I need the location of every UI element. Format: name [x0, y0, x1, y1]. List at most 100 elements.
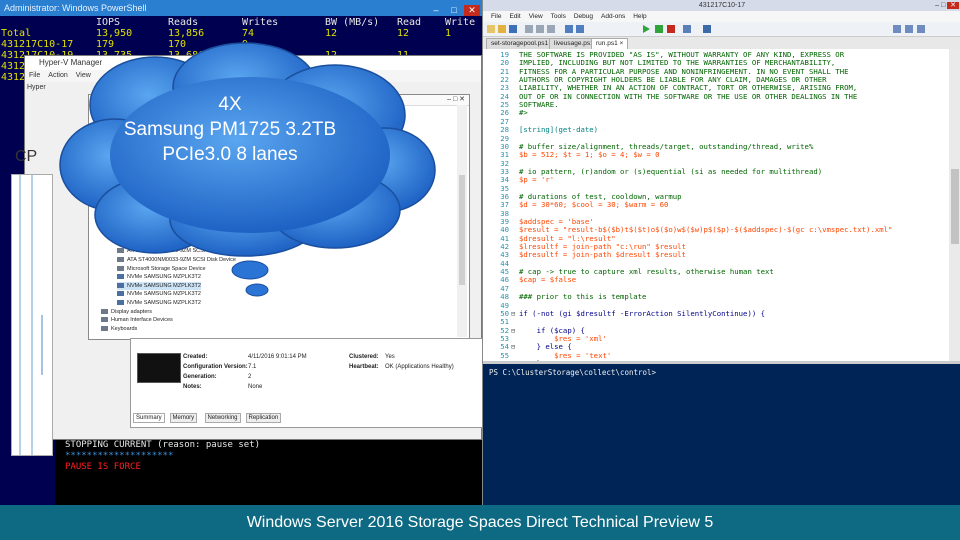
vm-details-pane: Created: 4/11/2016 9:01:14 PM Configurat… — [130, 338, 484, 428]
vm-details-tab[interactable]: Networking — [204, 413, 241, 423]
minimize-icon[interactable]: – — [935, 2, 939, 9]
scrollbar-thumb[interactable] — [951, 169, 959, 244]
device-manager-window-controls: – □ ✕ — [447, 96, 465, 103]
code-text: $cap = $false — [519, 275, 577, 285]
ise-menu-item[interactable]: Help — [633, 13, 646, 20]
paste-icon[interactable] — [547, 25, 555, 33]
device-tree-item[interactable]: Display adapters — [101, 308, 152, 316]
code-line: 25 SOFTWARE. — [483, 100, 949, 109]
created-label: Created: — [183, 354, 208, 360]
run-selection-icon[interactable] — [655, 25, 663, 33]
run-script-icon[interactable] — [643, 25, 650, 33]
device-icon — [101, 325, 108, 331]
code-text: OUT OF OR IN CONNECTION WITH THE SOFTWAR… — [519, 91, 858, 101]
close-icon[interactable]: ✕ — [464, 5, 480, 16]
code-text: $d = 30*60; $cool = 30; $warm = 60 — [519, 200, 669, 210]
ise-menu-item[interactable]: Edit — [509, 13, 520, 20]
config-version-label: Configuration Version: — [183, 364, 248, 370]
generation-label: Generation: — [183, 374, 217, 380]
ise-menu-item[interactable]: Tools — [551, 13, 566, 20]
device-label: NVMe SAMSUNG MZPLK3T2 — [127, 300, 201, 306]
vm-thumbnail[interactable] — [137, 353, 181, 383]
code-line: 28 [string](get-date) — [483, 125, 949, 134]
ise-menu-item[interactable]: View — [529, 13, 543, 20]
callout-line-count: 4X — [218, 94, 242, 115]
callout-cloud: 4X Samsung PM1725 3.2TB PCIe3.0 8 lanes — [45, 35, 445, 300]
vm-details-tab[interactable]: Memory — [169, 413, 198, 423]
ise-menu-item[interactable]: Debug — [574, 13, 593, 20]
close-icon[interactable]: × — [618, 40, 623, 47]
save-icon[interactable] — [509, 25, 517, 33]
console-icon[interactable] — [703, 25, 711, 33]
caption-text: Windows Server 2016 Storage Spaces Direc… — [246, 514, 714, 531]
code-line: 46 $cap = $false — [483, 275, 949, 285]
clustered-label: Clustered: — [349, 354, 379, 360]
ise-toolbar — [483, 22, 960, 37]
stats-header-cell: Reads — [168, 17, 199, 28]
stats-header-cell: Read — [397, 17, 422, 28]
stats-header-row: IOPS Reads Writes BW (MB/s) Read Write — [0, 17, 480, 28]
ise-menu-item[interactable]: Add-ons — [601, 13, 625, 20]
code-line: 37 $d = 30*60; $cool = 30; $warm = 60 — [483, 200, 949, 210]
ise-menubar: File Edit View Tools Debug Add-ons Help — [483, 11, 960, 22]
vm-details-tab[interactable]: Replication — [245, 413, 282, 423]
ise-titlebar[interactable]: 431217C10-17 – □ ✕ — [483, 0, 960, 11]
notes-value: None — [248, 384, 263, 390]
console-titlebar[interactable]: Administrator: Windows PowerShell – □ ✕ — [0, 0, 482, 16]
code-text: $b = 512; $t = 1; $o = 4; $w = 0 — [519, 150, 660, 160]
open-folder-icon[interactable] — [498, 25, 506, 33]
device-tree-scrollbar[interactable] — [457, 105, 467, 337]
close-icon[interactable]: ✕ — [947, 2, 959, 9]
code-text: $dresultf = join-path $dresult $result — [519, 250, 686, 260]
fold-toggle-icon[interactable]: ⊟ — [511, 327, 515, 335]
new-file-icon[interactable] — [487, 25, 495, 33]
show-commands-icon[interactable] — [917, 25, 925, 33]
stats-header-cell: Writes — [242, 17, 279, 28]
remote-powershell-icon[interactable] — [683, 25, 691, 33]
device-icon — [101, 317, 108, 323]
fold-toggle-icon[interactable]: ⊟ — [511, 343, 515, 351]
code-line: 34 $p = 'r' — [483, 175, 949, 184]
console-output-line: STOPPING CURRENT (reason: pause set) — [65, 440, 261, 450]
device-label: Human Interface Devices — [111, 317, 173, 324]
maximize-icon[interactable]: □ — [941, 2, 945, 9]
device-tree-item[interactable]: Human Interface Devices — [101, 316, 173, 324]
fold-toggle-icon[interactable]: ⊟ — [511, 310, 515, 318]
code-line: 31 $b = 512; $t = 1; $o = 4; $w = 0 — [483, 150, 949, 160]
console-output-pane[interactable]: STOPPING CURRENT (reason: pause set) ****… — [55, 435, 482, 505]
console-output-line: ******************** — [65, 451, 174, 461]
console-window-controls: – □ ✕ — [426, 2, 480, 18]
stop-icon[interactable] — [667, 25, 675, 33]
ise-menu-item[interactable]: File — [491, 13, 501, 20]
stats-header-cell: IOPS — [96, 17, 121, 28]
ise-console-pane[interactable]: PS C:\ClusterStorage\collect\control> — [483, 364, 960, 505]
console-output-line: PAUSE IS FORCE — [65, 462, 141, 472]
undo-icon[interactable] — [565, 25, 573, 33]
heartbeat-label: Heartbeat: — [349, 364, 379, 370]
script-tab-label: liveusage.ps1 — [554, 40, 594, 47]
script-editor[interactable]: 19 THE SOFTWARE IS PROVIDED "AS IS", WITH… — [483, 49, 949, 368]
show-script-pane-icon[interactable] — [893, 25, 901, 33]
copy-icon[interactable] — [536, 25, 544, 33]
code-line: 55 $res = 'text' — [483, 351, 949, 360]
hyperv-menu-item[interactable]: File — [29, 72, 40, 79]
callout-line-interface: PCIe3.0 8 lanes — [162, 144, 298, 165]
script-tab-label: set-storagepool.ps1 — [491, 40, 549, 47]
cut-icon[interactable] — [525, 25, 533, 33]
vm-details-tab[interactable]: Summary — [133, 413, 165, 423]
powershell-ise-window[interactable]: 431217C10-17 – □ ✕ File Edit View Tools Debu… — [482, 0, 960, 505]
maximize-icon[interactable]: □ — [446, 5, 462, 16]
device-tree-item[interactable]: Keyboards — [101, 325, 137, 333]
show-console-icon[interactable] — [905, 25, 913, 33]
stats-header-cell: Write — [445, 17, 476, 28]
generation-value: 2 — [248, 374, 252, 380]
code-line: 26 #> — [483, 109, 949, 118]
device-label: Display adapters — [111, 308, 152, 315]
minimize-icon[interactable]: – — [428, 5, 444, 16]
code-line: 50 ⊟ if (-not (gi $dresultf -ErrorAction S… — [483, 309, 949, 318]
editor-scrollbar[interactable] — [949, 49, 960, 361]
redo-icon[interactable] — [576, 25, 584, 33]
device-tree-item[interactable]: NVMe SAMSUNG MZPLK3T2 — [117, 299, 201, 307]
ise-title: 431217C10-17 — [698, 2, 746, 9]
ise-window-controls: – □ ✕ — [935, 0, 959, 11]
